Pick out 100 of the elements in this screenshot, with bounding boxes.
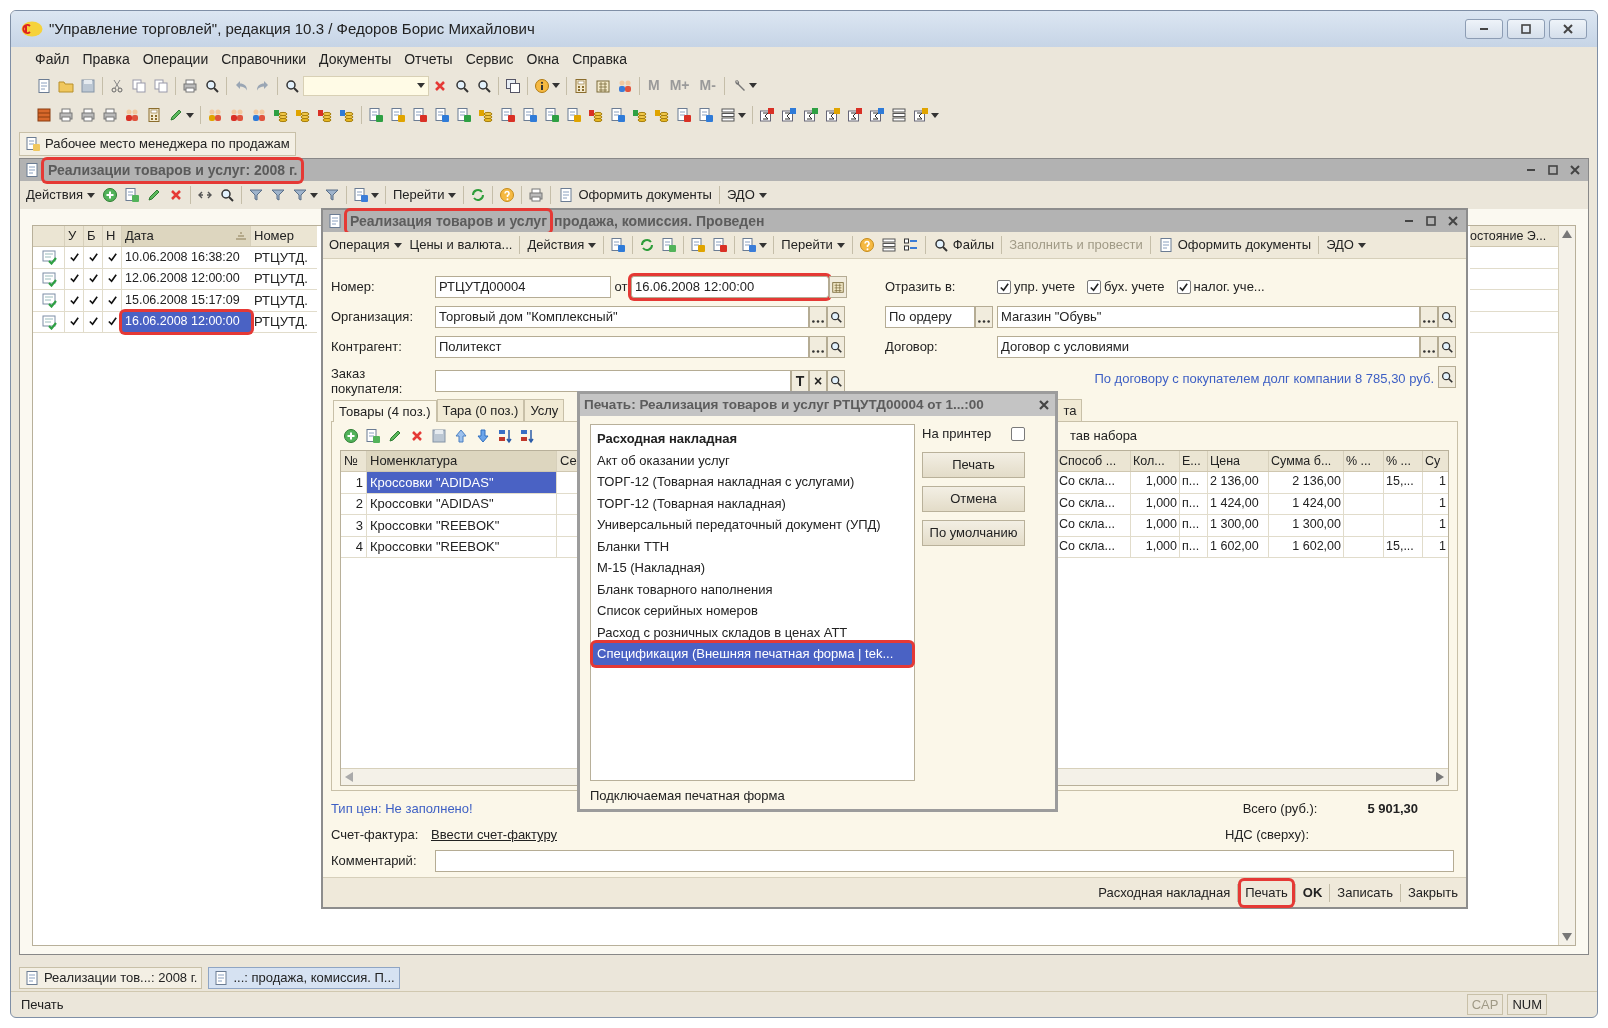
form-button[interactable]: OK (1298, 880, 1327, 905)
toolbar-menu-button[interactable]: Цены и валюта... (405, 234, 517, 256)
tab[interactable]: Услу (524, 399, 565, 421)
table-cell: Кроссовки "REEBOK" (367, 515, 557, 536)
print-form-item[interactable]: Список серийных номеров (593, 600, 912, 622)
print-form-item[interactable]: Бланк товарного наполнения (593, 578, 912, 600)
field-label: Организация: (331, 308, 415, 327)
toolbar-menu-button[interactable]: Перейти (777, 234, 849, 256)
list-row[interactable]: 10.06.2008 16:38:20 РТЦУТД. (33, 247, 317, 269)
table-cell: 2 136,00 (1268, 472, 1343, 493)
menu-item[interactable]: Сервис (465, 48, 514, 70)
table-cell: 1 300,00 (1207, 515, 1268, 536)
table-cell-text: РТЦУТД. (253, 270, 309, 288)
toolbar-menu-button[interactable]: Действия (22, 184, 99, 206)
dialog-button[interactable]: Отмена (922, 486, 1025, 512)
table-cell: п... (1179, 515, 1207, 536)
print-form-item[interactable]: Акт об оказании услуг (593, 449, 912, 471)
toolbar-menu-button[interactable]: Операция (325, 234, 406, 256)
dialog-button[interactable]: Печать (922, 452, 1025, 478)
table-cell-text: 12.06.2008 12:00:00 (124, 270, 241, 288)
form-button[interactable]: Закрыть (1403, 880, 1462, 905)
table-cell: 15,... (1383, 472, 1422, 493)
column-header[interactable]: Б (84, 226, 103, 246)
select-field[interactable]: Договор с условиями (997, 336, 1420, 358)
print-form-item[interactable]: Бланки ТТН (593, 535, 912, 557)
menu-item[interactable]: Справка (572, 48, 628, 70)
column-header[interactable]: Кол... (1130, 451, 1179, 471)
list-row[interactable]: 12.06.2008 12:00:00 РТЦУТД. (33, 268, 317, 290)
invoice-link[interactable]: Ввести счет-фактуру (431, 825, 557, 845)
column-header[interactable]: У (65, 226, 84, 246)
form-button[interactable]: Расходная накладная (1094, 880, 1235, 905)
table-cell-text: РТЦУТД. (253, 248, 309, 267)
column-header[interactable]: Сумма б... (1268, 451, 1343, 471)
menu-item[interactable]: Отчеты (404, 48, 453, 70)
field-label: тав набора (1070, 427, 1138, 446)
workplace-button[interactable]: Рабочее место менеджера по продажам (19, 132, 296, 156)
print-form-item[interactable]: Расход с розничных складов в ценах АТТ (593, 621, 912, 643)
table-cell: Кроссовки "ADIDAS" (367, 472, 557, 493)
column-header[interactable]: Номер (251, 226, 317, 246)
menu-item[interactable]: Правка (82, 48, 130, 70)
select-field[interactable]: Политекст (435, 336, 809, 358)
field-label: от (613, 278, 629, 297)
menu-item[interactable]: Окна (526, 48, 560, 70)
total-value: 5 901,30 (1367, 800, 1418, 819)
print-form-item[interactable]: Универсальный передаточный документ (УПД) (593, 514, 912, 536)
tab[interactable]: Тара (0 поз.) (436, 399, 525, 421)
table-cell: 1 602,00 (1268, 536, 1343, 557)
list-row[interactable]: 16.06.2008 12:00:00 РТЦУТД. (33, 311, 317, 333)
column-header[interactable]: Номенклатура (367, 451, 557, 471)
column-header[interactable]: Дата (122, 226, 251, 246)
number-field[interactable]: РТЦУТД00004 (435, 276, 611, 298)
price-type-link[interactable]: Тип цен: Не заполнено! (331, 799, 473, 819)
taskbar-button[interactable]: ...: продажа, комиссия. П... (208, 967, 400, 989)
print-form-item[interactable]: Спецификация (Внешняя печатная форма | tek... (593, 643, 912, 665)
print-form-item[interactable]: ТОРГ-12 (Товарная накладная с услугами) (593, 471, 912, 493)
print-form-item[interactable]: Расходная накладная (593, 428, 912, 450)
toolbar-menu-button[interactable]: ЭДО (722, 184, 771, 206)
checkbox-label: На принтер (922, 425, 992, 444)
menu-item[interactable]: Операции (142, 48, 209, 70)
column-header[interactable]: % ... (1343, 451, 1383, 471)
dialog-button[interactable]: По умолчанию (922, 520, 1025, 546)
document-title-status: продажа, комиссия. Проведен (554, 211, 765, 231)
order-field-button[interactable]: × (809, 370, 827, 392)
order-field-button[interactable]: T (791, 370, 809, 392)
select-field[interactable]: Торговый дом "Комплексный" (435, 306, 809, 328)
menu-item[interactable]: Документы (319, 48, 392, 70)
field-label: НДС (сверху): (1225, 826, 1310, 845)
form-button[interactable]: Записать (1333, 880, 1397, 905)
table-cell-text: 15.06.2008 15:17:09 (124, 291, 241, 309)
menu-item[interactable]: Справочники (221, 48, 307, 70)
debt-link[interactable]: По договору с покупателем долг компании 8 785,30 руб. (1094, 369, 1434, 389)
toolbar-menu-button[interactable]: ЭДО (1322, 234, 1370, 256)
toolbar-menu-button[interactable]: Оформить документы (1153, 234, 1316, 256)
form-button[interactable]: Печать (1241, 880, 1292, 905)
toolbar-menu-button[interactable]: Перейти (388, 184, 461, 206)
table-cell: п... (1179, 536, 1207, 557)
table-cell: п... (1179, 493, 1207, 514)
print-form-item[interactable]: М-15 (Накладная) (593, 557, 912, 579)
toolbar-menu-button[interactable]: Оформить документы (554, 184, 716, 206)
column-header[interactable]: % ... (1383, 451, 1422, 471)
tab[interactable]: Товары (4 поз.) (333, 400, 437, 422)
taskbar-button[interactable]: Реализации тов...: 2008 г. (19, 967, 203, 989)
toolbar-menu-button[interactable]: Действия (523, 234, 601, 256)
table-cell: 1 602,00 (1207, 536, 1268, 557)
dialog-title: Печать: Реализация товаров и услуг РТЦУТД00004 от 1...:00 (584, 395, 984, 414)
toolbar-menu-button[interactable]: Файлы (928, 234, 999, 256)
table-cell-text: РТЦУТД. (253, 313, 309, 331)
tab[interactable]: та (1057, 399, 1083, 421)
print-form-item[interactable]: ТОРГ-12 (Товарная накладная) (593, 492, 912, 514)
field-label: Отразить в: (885, 278, 957, 297)
field-label: Контрагент: (331, 338, 403, 357)
table-cell: 1 (1422, 536, 1448, 557)
field-label: Комментарий: (331, 852, 418, 871)
select-field[interactable]: Магазин "Обувь" (997, 306, 1420, 328)
column-header[interactable]: Цена (1207, 451, 1268, 471)
menu-item[interactable]: Файл (35, 48, 70, 70)
date-field[interactable]: 16.06.2008 12:00:00 (631, 276, 829, 298)
column-header[interactable]: Е... (1179, 451, 1207, 471)
column-header[interactable]: Су (1422, 451, 1448, 471)
select-field[interactable]: По ордеру (885, 306, 975, 328)
